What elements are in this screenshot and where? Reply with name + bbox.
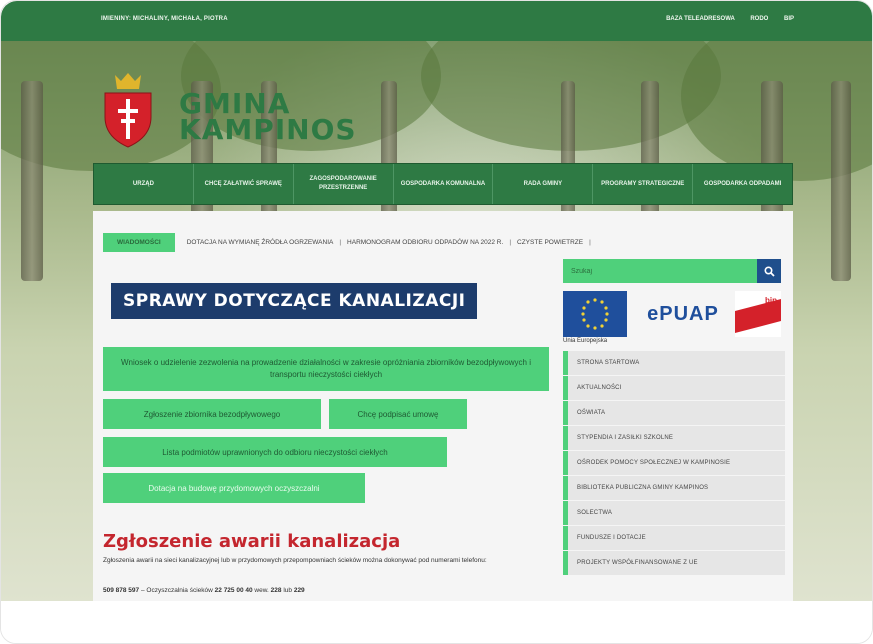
ticker-item[interactable]: CZYSTE POWIETRZE	[517, 239, 583, 246]
news-ticker: WIADOMOŚCI DOTACJA NA WYMIANĘ ŹRÓDŁA OGR…	[103, 231, 775, 253]
awaria-description: Zgłoszenia awarii na sieci kanalizacyjne…	[103, 557, 487, 564]
eu-flag-icon[interactable]	[563, 291, 627, 337]
search-box	[563, 259, 781, 283]
side-menu-item[interactable]: OŚWIATA	[563, 401, 785, 426]
top-bar: IMIENINY: MICHALINY, MICHAŁA, PIOTRA BAZ…	[1, 1, 872, 41]
coat-of-arms-icon	[104, 73, 152, 148]
nav-zagospodarowanie[interactable]: ZAGOSPODAROWANIE PRZESTRZENNE	[294, 164, 394, 204]
top-link-rodo[interactable]: RODO	[750, 16, 768, 22]
content-panel: WIADOMOŚCI DOTACJA NA WYMIANĘ ŹRÓDŁA OGR…	[93, 211, 793, 611]
ext-number: 229	[293, 587, 305, 594]
side-menu-item[interactable]: BIBLIOTEKA PUBLICZNA GMINY KAMPINOS	[563, 476, 785, 501]
side-menu-item[interactable]: FUNDUSZE I DOTACJE	[563, 526, 785, 551]
brand-line-2: KAMPINOS	[179, 113, 357, 146]
ext-number: 228	[270, 587, 282, 594]
bip-text: bip	[765, 296, 777, 305]
news-badge: WIADOMOŚCI	[103, 232, 175, 252]
name-day-text: IMIENINY: MICHALINY, MICHAŁA, PIOTRA	[101, 16, 228, 22]
search-input[interactable]	[563, 259, 757, 283]
podpisac-umowe-button[interactable]: Chcę podpisać umowę	[329, 399, 467, 429]
side-menu-item[interactable]: STYPENDIA I ZASIŁKI SZKOLNE	[563, 426, 785, 451]
epuap-logo[interactable]: ePUAP	[633, 291, 733, 337]
nav-gospodarka-komunalna[interactable]: GOSPODARKA KOMUNALNA	[394, 164, 494, 204]
ticker-item[interactable]: HARMONOGRAM ODBIORU ODPADÓW NA 2022 R.	[347, 239, 503, 246]
side-menu-item[interactable]: AKTUALNOŚCI	[563, 376, 785, 401]
section-title-awaria: Zgłoszenie awarii kanalizacja	[103, 531, 401, 552]
side-menu: STRONA STARTOWA AKTUALNOŚCI OŚWIATA STYP…	[563, 351, 785, 576]
phone-label: – Oczyszczalnia ścieków	[139, 587, 215, 594]
ticker-separator: |	[509, 238, 512, 246]
side-menu-item[interactable]: PROJEKTY WSPÓŁFINANSOWANE Z UE	[563, 551, 785, 576]
phone-number[interactable]: 22 725 00 40	[215, 587, 253, 594]
top-link-bip[interactable]: BIP	[784, 16, 794, 22]
partner-logos: Unia Europejska ePUAP bip	[563, 291, 781, 345]
page-bottom	[1, 601, 872, 643]
eu-label: Unia Europejska	[563, 338, 608, 344]
search-button[interactable]	[757, 259, 781, 283]
ext-label: wew.	[252, 587, 271, 594]
wniosek-zezwolenie-button[interactable]: Wniosek o udzielenie zezwolenia na prowa…	[103, 347, 549, 391]
ticker-separator: |	[589, 238, 591, 246]
lista-podmiotow-button[interactable]: Lista podmiotów uprawnionych do odbioru …	[103, 437, 447, 467]
dotacja-oczyszczalnie-button[interactable]: Dotacja na budowę przydomowych oczyszcza…	[103, 473, 365, 503]
main-nav: URZĄD CHCĘ ZAŁATWIĆ SPRAWĘ ZAGOSPODAROWA…	[93, 163, 793, 205]
top-links: BAZA TELEADRESOWA RODO BIP	[652, 16, 794, 22]
nav-gospodarka-odpadami[interactable]: GOSPODARKA ODPADAMI	[693, 164, 792, 204]
brand-name: GMINA KAMPINOS	[179, 90, 357, 146]
awaria-phones: 509 878 597 – Oczyszczalnia ścieków 22 7…	[103, 587, 305, 594]
nav-chce-zalatwic-sprawe[interactable]: CHCĘ ZAŁATWIĆ SPRAWĘ	[194, 164, 294, 204]
ticker-separator: |	[339, 238, 342, 246]
nav-rada-gminy[interactable]: RADA GMINY	[493, 164, 594, 204]
bip-logo-icon[interactable]: bip	[735, 291, 781, 337]
page-title: SPRAWY DOTYCZĄCE KANALIZACJI	[111, 283, 478, 319]
browser-frame: IMIENINY: MICHALINY, MICHAŁA, PIOTRA BAZ…	[0, 0, 873, 644]
ticker-item[interactable]: DOTACJA NA WYMIANĘ ŹRÓDŁA OGRZEWANIA	[187, 239, 334, 246]
search-icon	[763, 265, 775, 277]
phone-number[interactable]: 509 878 597	[103, 587, 139, 594]
nav-urzad[interactable]: URZĄD	[94, 164, 194, 204]
top-link-baza[interactable]: BAZA TELEADRESOWA	[666, 16, 735, 22]
side-menu-item[interactable]: SOLECTWA	[563, 501, 785, 526]
nav-programy-strategiczne[interactable]: PROGRAMY STRATEGICZNE	[593, 164, 694, 204]
side-menu-item[interactable]: STRONA STARTOWA	[563, 351, 785, 376]
ext-or: lub	[281, 587, 294, 594]
side-menu-item[interactable]: OŚRODEK POMOCY SPOŁECZNEJ W KAMPINOSIE	[563, 451, 785, 476]
zgloszenie-zbiornika-button[interactable]: Zgłoszenie zbiornika bezodpływowego	[103, 399, 321, 429]
